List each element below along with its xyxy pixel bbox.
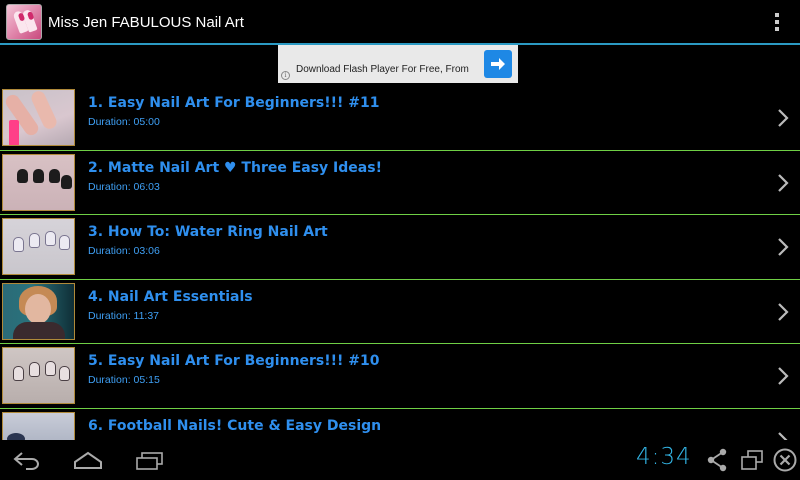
- video-thumbnail: [2, 218, 75, 275]
- ad-text: Download Flash Player For Free, From: [296, 63, 469, 75]
- video-thumbnail: [2, 89, 75, 146]
- share-icon[interactable]: [706, 448, 728, 472]
- chevron-right-icon: [778, 302, 789, 321]
- video-title: 1. Easy Nail Art For Beginners!!! #11: [88, 95, 380, 111]
- video-title: 5. Easy Nail Art For Beginners!!! #10: [88, 353, 380, 369]
- chevron-right-icon: [778, 367, 789, 385]
- home-icon[interactable]: [72, 450, 104, 470]
- info-icon[interactable]: i: [281, 71, 290, 80]
- video-duration: Duration: 05:00: [88, 116, 160, 128]
- window-icon[interactable]: [740, 449, 764, 471]
- video-duration: Duration: 05:15: [88, 374, 160, 386]
- video-title: 2. Matte Nail Art ♥ Three Easy Ideas!: [88, 159, 382, 176]
- action-bar: Miss Jen FABULOUS Nail Art: [0, 0, 800, 44]
- back-icon[interactable]: [12, 450, 42, 470]
- video-duration: Duration: 11:37: [88, 309, 160, 322]
- recent-apps-icon[interactable]: [134, 450, 164, 470]
- ad-go-button[interactable]: [484, 50, 512, 78]
- app-icon[interactable]: [6, 4, 42, 40]
- list-item[interactable]: 4. Nail Art Essentials Duration: 11:37: [0, 280, 800, 344]
- video-title: 6. Football Nails! Cute & Easy Design: [88, 417, 382, 434]
- list-item[interactable]: 3. How To: Water Ring Nail Art Duration:…: [0, 215, 800, 280]
- status-clock: 4:34: [636, 444, 692, 470]
- list-item[interactable]: 2. Matte Nail Art ♥ Three Easy Ideas! Du…: [0, 151, 800, 215]
- video-list: 1. Easy Nail Art For Beginners!!! #11 Du…: [0, 86, 800, 473]
- video-thumbnail: [2, 153, 75, 211]
- close-icon[interactable]: [772, 447, 798, 473]
- list-item[interactable]: 5. Easy Nail Art For Beginners!!! #10 Du…: [0, 344, 800, 409]
- video-duration: Duration: 03:06: [88, 245, 160, 257]
- video-thumbnail: [2, 282, 75, 340]
- video-thumbnail: [2, 347, 75, 404]
- video-duration: Duration: 06:03: [88, 180, 160, 193]
- ad-banner[interactable]: i Download Flash Player For Free, From: [278, 45, 518, 83]
- video-title: 3. How To: Water Ring Nail Art: [88, 224, 328, 240]
- video-title: 4. Nail Art Essentials: [88, 288, 253, 305]
- chevron-right-icon: [778, 173, 789, 192]
- list-item[interactable]: 1. Easy Nail Art For Beginners!!! #11 Du…: [0, 86, 800, 151]
- chevron-right-icon: [778, 109, 789, 127]
- app-title: Miss Jen FABULOUS Nail Art: [48, 13, 244, 31]
- arrow-right-icon: [491, 58, 505, 70]
- chevron-right-icon: [778, 238, 789, 256]
- overflow-menu-icon[interactable]: [774, 13, 780, 31]
